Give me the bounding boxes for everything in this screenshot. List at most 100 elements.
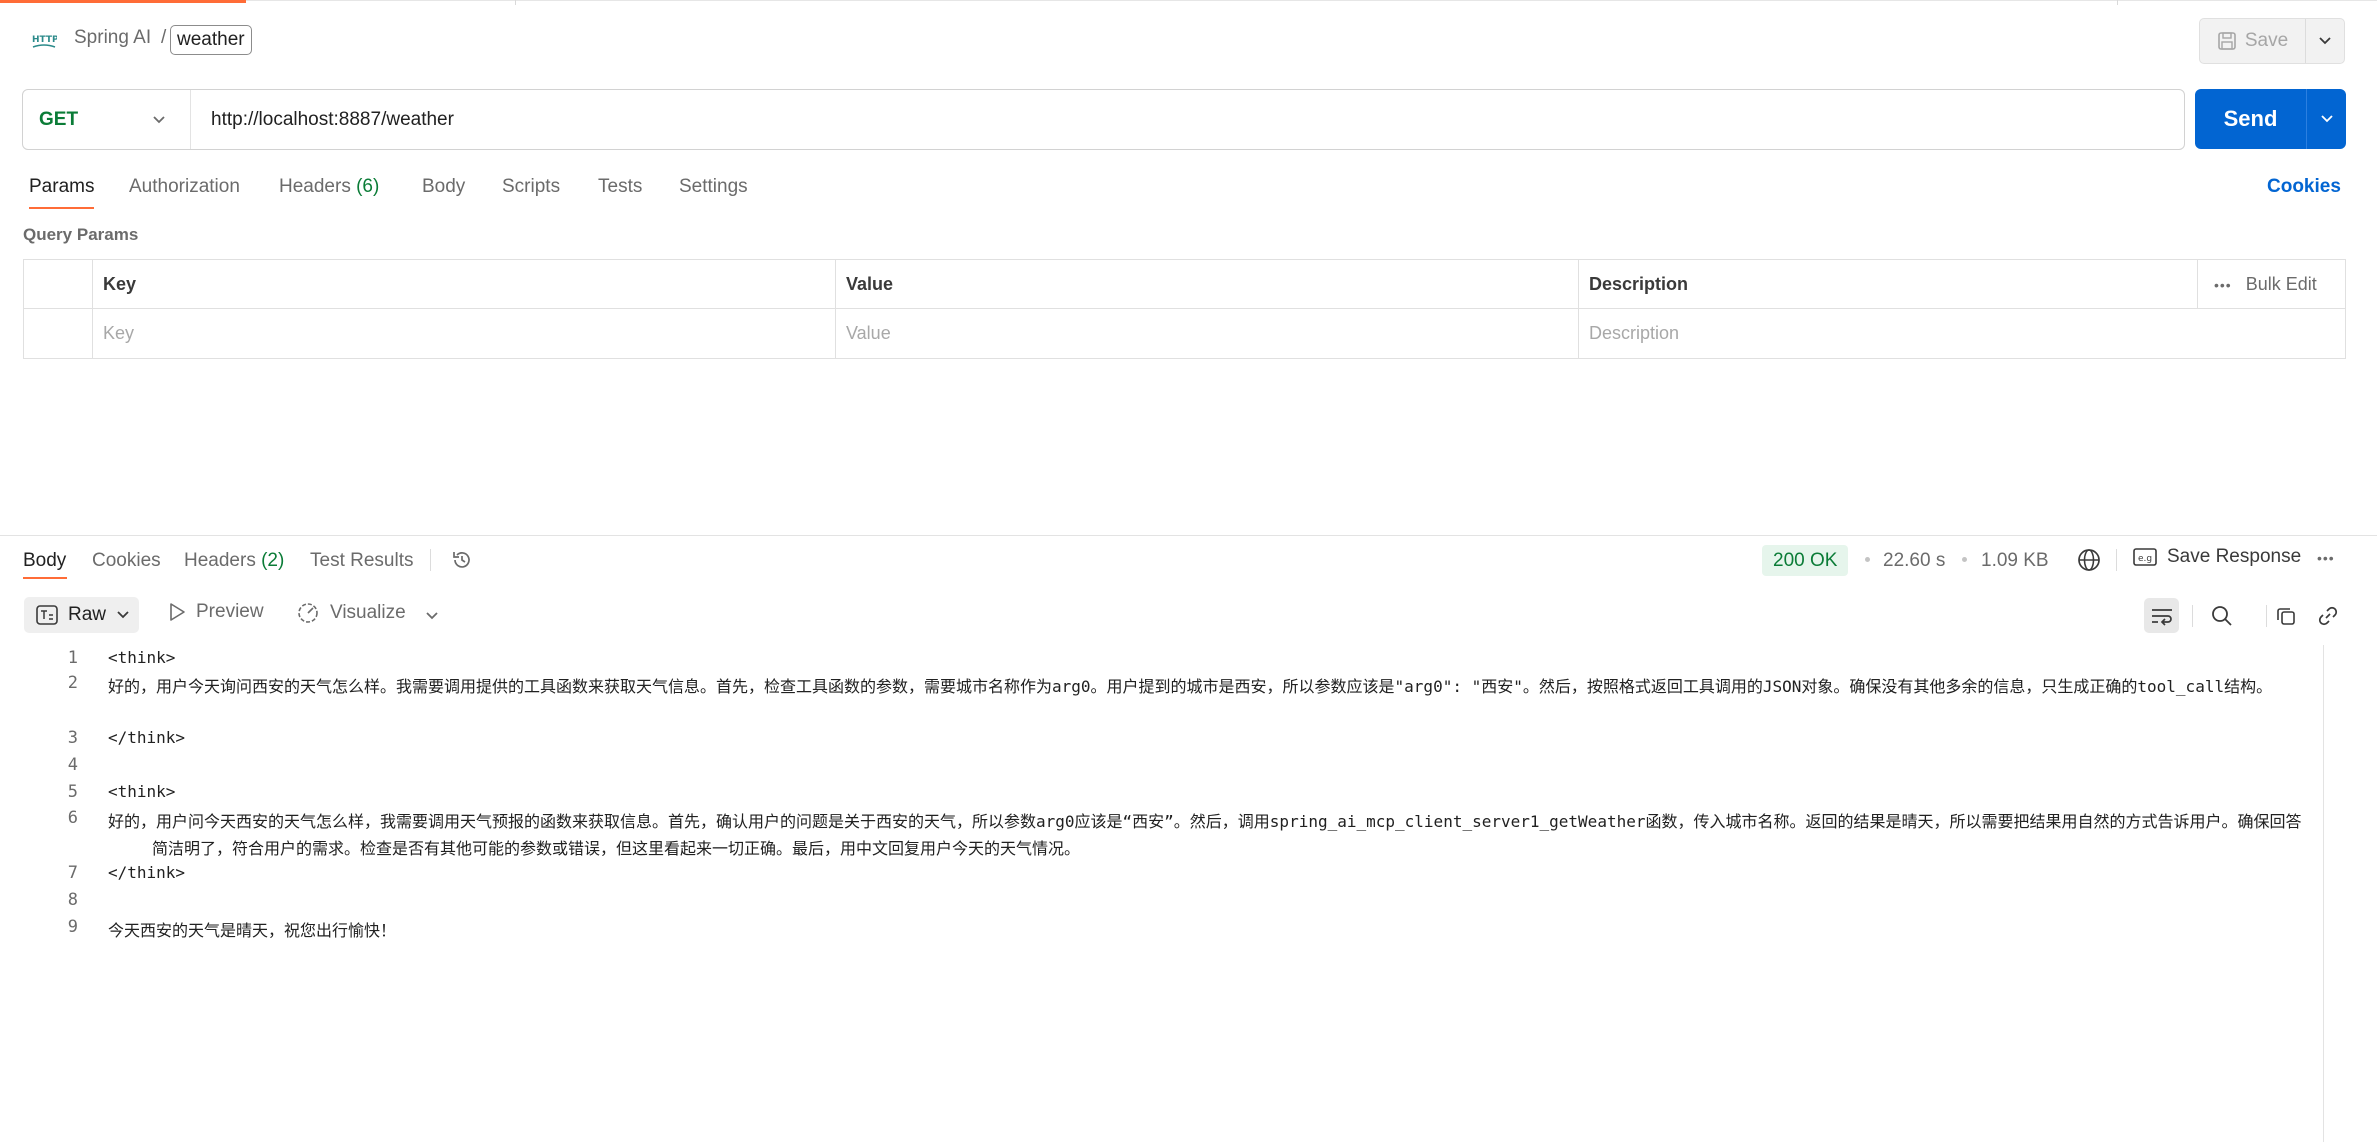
- send-button[interactable]: Send: [2195, 89, 2307, 149]
- tab-divider: [2117, 0, 2118, 5]
- bulk-edit-area: ••• Bulk Edit: [2197, 260, 2345, 309]
- play-icon: [170, 603, 185, 621]
- visualize-label: Visualize: [330, 602, 406, 623]
- active-tab-indicator: [0, 0, 246, 3]
- visualize-button[interactable]: Visualize: [296, 601, 406, 625]
- save-label: Save: [2244, 30, 2289, 51]
- visualize-icon: [298, 603, 318, 623]
- history-icon[interactable]: [450, 548, 474, 577]
- save-button-group: Save: [2199, 18, 2345, 64]
- value-header: Value: [835, 260, 1578, 308]
- line-number: 4: [67, 755, 78, 775]
- format-select[interactable]: Raw: [24, 597, 139, 633]
- active-tab-underline: [23, 577, 67, 579]
- tab-label: Authorization: [129, 176, 240, 197]
- response-size[interactable]: 1.09 KB: [1981, 550, 2049, 572]
- tab-count: (6): [356, 176, 380, 197]
- response-tab-body[interactable]: Body: [23, 550, 66, 572]
- divider: [2116, 549, 2117, 571]
- send-button-group: Send: [2195, 89, 2346, 149]
- save-icon: [2218, 32, 2236, 50]
- copy-icon[interactable]: [2272, 602, 2300, 630]
- tab-tests[interactable]: Tests: [598, 176, 642, 198]
- preview-label: Preview: [196, 601, 264, 622]
- response-tab-test-results[interactable]: Test Results: [310, 550, 413, 572]
- status-badge[interactable]: 200 OK: [1762, 545, 1849, 576]
- breadcrumb-separator: /: [161, 27, 167, 48]
- chevron-down-icon: [117, 611, 129, 619]
- cookies-link[interactable]: Cookies: [2267, 176, 2341, 198]
- link-icon[interactable]: [2314, 602, 2342, 630]
- response-tab-cookies[interactable]: Cookies: [92, 550, 161, 572]
- line-text: </think>: [108, 728, 186, 747]
- tab-scripts[interactable]: Scripts: [502, 176, 560, 198]
- globe-icon[interactable]: [2076, 547, 2102, 578]
- tab-params[interactable]: Params: [29, 176, 94, 198]
- line-text: 今天西安的天气是晴天，祝您出行愉快！: [108, 921, 397, 940]
- value-input[interactable]: Value: [835, 309, 1578, 358]
- response-time[interactable]: 22.60 s: [1883, 550, 1945, 572]
- more-icon[interactable]: •••: [2317, 550, 2335, 566]
- chevron-down-icon: [2320, 115, 2333, 123]
- divider: [2192, 605, 2193, 627]
- visualize-options-button[interactable]: [425, 608, 439, 626]
- params-header-row: Key Value Description ••• Bulk Edit: [24, 260, 2345, 309]
- line-text: 好的，用户问今天西安的天气怎么样，我需要调用天气预报的函数来获取信息。首先，确认…: [108, 812, 2302, 858]
- line-number: 7: [67, 863, 78, 883]
- url-bar: GET http://localhost:8887/weather: [22, 89, 2185, 150]
- tab-label: Headers: [279, 176, 351, 197]
- line-number: 5: [67, 782, 78, 802]
- format-label: Raw: [68, 604, 107, 625]
- key-input[interactable]: Key: [92, 309, 835, 358]
- active-tab-underline: [29, 207, 94, 209]
- line-text: <think>: [108, 782, 176, 801]
- tab-label: Tests: [598, 176, 643, 197]
- separator-dot: [1865, 557, 1870, 562]
- params-table: Key Value Description ••• Bulk Edit Key …: [23, 259, 2346, 359]
- method-select[interactable]: GET: [23, 90, 191, 149]
- tab-label: Scripts: [502, 176, 561, 197]
- line-number: 9: [67, 917, 78, 937]
- pane-divider[interactable]: [0, 535, 2377, 536]
- more-icon[interactable]: •••: [2214, 277, 2232, 293]
- description-input[interactable]: Description: [1578, 309, 2347, 358]
- raw-icon: [36, 605, 58, 625]
- preview-button[interactable]: Preview: [168, 601, 264, 623]
- chevron-down-icon: [2319, 37, 2331, 45]
- key-header: Key: [92, 260, 835, 308]
- tab-headers[interactable]: Headers (6): [279, 176, 379, 198]
- tab-strip-border: [246, 0, 2377, 1]
- save-response-icon: e.g: [2133, 548, 2157, 566]
- line-number: 1: [67, 648, 78, 668]
- send-options-button[interactable]: [2307, 89, 2346, 149]
- tab-label: Params: [29, 176, 95, 197]
- scrollbar[interactable]: [2323, 645, 2324, 1142]
- svg-text:HTTP: HTTP: [32, 35, 57, 45]
- method-label: GET: [39, 108, 79, 130]
- tab-label: Body: [23, 550, 67, 571]
- chevron-down-icon: [426, 612, 438, 620]
- tab-label: Cookies: [92, 550, 161, 571]
- tab-label: Body: [422, 176, 466, 197]
- wrap-icon: [2151, 608, 2172, 626]
- url-input[interactable]: http://localhost:8887/weather: [191, 109, 454, 131]
- search-icon[interactable]: [2208, 602, 2236, 630]
- tab-settings[interactable]: Settings: [679, 176, 748, 198]
- params-empty-row: Key Value Description: [24, 309, 2345, 358]
- http-icon: HTTP: [30, 29, 58, 53]
- line-text: </think>: [108, 863, 186, 882]
- tab-label: Headers: [184, 550, 256, 571]
- bulk-edit-button[interactable]: Bulk Edit: [2246, 274, 2317, 295]
- save-button[interactable]: Save: [2200, 19, 2306, 63]
- tab-label: Settings: [679, 176, 748, 197]
- line-text: <think>: [108, 648, 176, 667]
- breadcrumb-collection[interactable]: Spring AI: [74, 27, 151, 49]
- tab-authorization[interactable]: Authorization: [129, 176, 240, 198]
- response-tab-headers[interactable]: Headers (2): [184, 550, 284, 572]
- save-response-button[interactable]: e.g Save Response: [2133, 546, 2301, 568]
- tab-body[interactable]: Body: [422, 176, 465, 198]
- save-options-button[interactable]: [2306, 19, 2344, 63]
- request-name[interactable]: weather: [170, 25, 252, 55]
- query-params-title: Query Params: [23, 225, 139, 244]
- wrap-lines-button[interactable]: [2144, 598, 2179, 633]
